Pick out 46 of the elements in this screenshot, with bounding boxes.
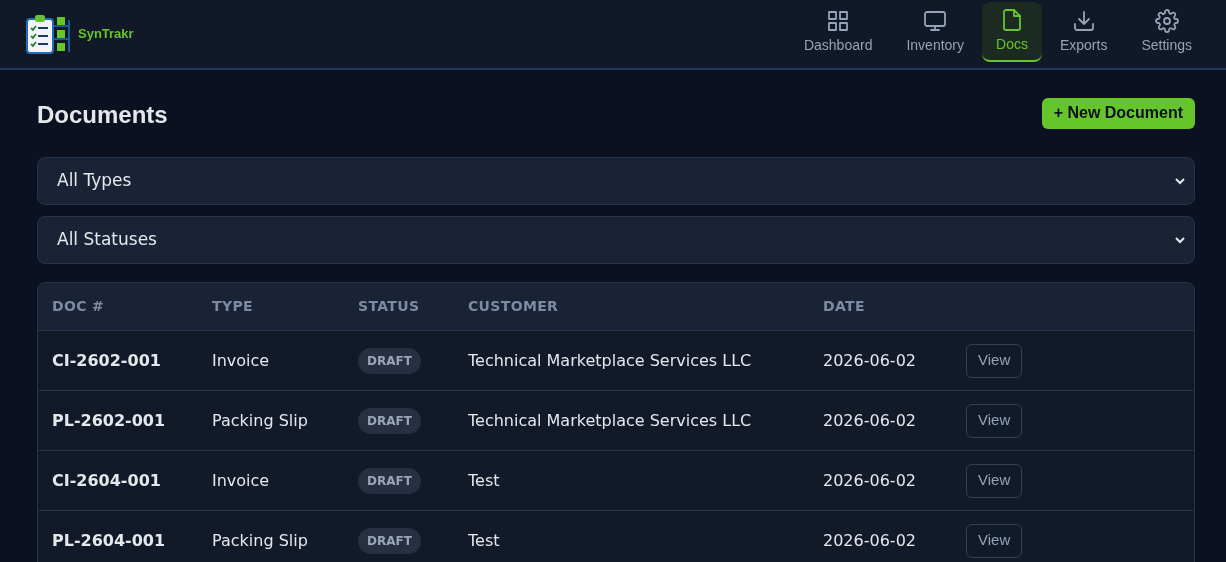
table-cell: Technical Marketplace Services LLC [468, 410, 752, 430]
table-cell: 2026-06-02 [823, 470, 916, 490]
status-badge: DRAFT [358, 527, 421, 554]
nav-tab[interactable]: Exports [1043, 2, 1124, 62]
table-cell: Invoice [212, 350, 270, 370]
column-header: DOC # [52, 298, 105, 314]
status-badge: DRAFT [358, 467, 421, 494]
download-icon [1071, 8, 1096, 33]
new-document-button[interactable]: + New Document [1041, 97, 1195, 129]
chevron-down-icon [1174, 175, 1186, 187]
table-cell: Technical Marketplace Services LLC [468, 350, 752, 370]
table-cell: Packing Slip [212, 530, 308, 550]
nav-tab[interactable]: Docs [982, 2, 1042, 62]
table-cell: 2026-06-02 [823, 350, 916, 370]
table-cell: CI-2604-001 [52, 470, 161, 490]
table-cell: Packing Slip [212, 410, 308, 430]
view-button[interactable]: View [966, 523, 1023, 558]
table-cell: Test [468, 530, 500, 550]
table-cell: Invoice [212, 470, 270, 490]
table-cell: PL-2602-001 [52, 410, 166, 430]
nav-tab[interactable]: Inventory [890, 2, 981, 62]
column-header: CUSTOMER [468, 298, 559, 314]
settings-icon [1154, 8, 1179, 33]
table-cell: Test [468, 470, 500, 490]
view-button[interactable]: View [966, 343, 1023, 378]
column-header: TYPE [212, 298, 253, 314]
table-cell: 2026-06-02 [823, 410, 916, 430]
chevron-down-icon [1174, 234, 1186, 246]
table-cell: 2026-06-02 [823, 530, 916, 550]
filter-dropdown[interactable]: All Types [37, 157, 1195, 205]
app-name: SynTrakr [78, 25, 134, 44]
view-button[interactable]: View [966, 463, 1023, 498]
table-cell: PL-2604-001 [52, 530, 166, 550]
filter-dropdown[interactable]: All Statuses [37, 216, 1195, 264]
document-icon [1000, 7, 1024, 32]
column-header: DATE [823, 298, 865, 314]
view-button[interactable]: View [966, 403, 1023, 438]
monitor-icon [923, 8, 948, 33]
column-header: STATUS [358, 298, 420, 314]
status-badge: DRAFT [358, 407, 421, 434]
table-cell: CI-2602-001 [52, 350, 161, 370]
nav-tab[interactable]: Dashboard [787, 2, 889, 62]
page-title: Documents [37, 100, 168, 130]
grid-icon [826, 8, 851, 33]
nav-tab[interactable]: Settings [1125, 2, 1208, 62]
status-badge: DRAFT [358, 347, 421, 374]
